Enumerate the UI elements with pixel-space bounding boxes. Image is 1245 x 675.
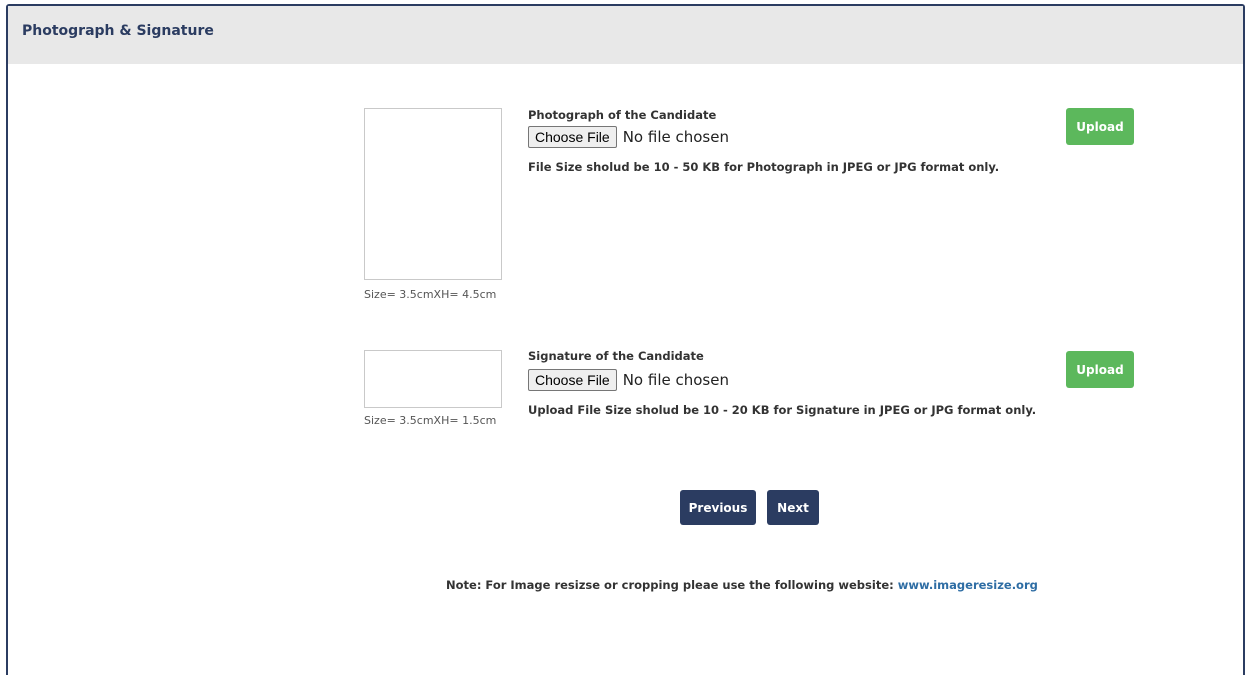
signature-size-hint: Upload File Size sholud be 10 - 20 KB fo… — [528, 403, 1037, 417]
photo-signature-panel: Photograph & Signature — [6, 4, 1245, 675]
signature-choose-file-button[interactable]: Choose File — [528, 369, 617, 391]
image-resize-note: Note: For Image resizse or cropping plea… — [446, 578, 1038, 592]
signature-file-status: No file chosen — [622, 371, 729, 389]
photo-choose-file-button[interactable]: Choose File — [528, 126, 617, 148]
signature-preview — [364, 350, 502, 408]
photo-file-input[interactable]: Choose File No file chosen — [528, 126, 729, 148]
previous-button[interactable]: Previous — [680, 490, 756, 525]
photo-preview — [364, 108, 502, 280]
signature-size-caption: Size= 3.5cmXH= 1.5cm — [364, 414, 497, 427]
signature-label: Signature of the Candidate — [528, 349, 704, 363]
next-button[interactable]: Next — [767, 490, 819, 525]
note-text: Note: For Image resizse or cropping plea… — [446, 578, 898, 592]
photo-label: Photograph of the Candidate — [528, 108, 717, 122]
photo-size-caption: Size= 3.5cmXH= 4.5cm — [364, 288, 497, 301]
photo-size-hint: File Size sholud be 10 - 50 KB for Photo… — [528, 160, 1000, 174]
panel-header: Photograph & Signature — [8, 6, 1243, 64]
photo-file-status: No file chosen — [622, 128, 729, 146]
photo-upload-button[interactable]: Upload — [1066, 108, 1134, 145]
signature-file-input[interactable]: Choose File No file chosen — [528, 369, 729, 391]
panel-title: Photograph & Signature — [22, 23, 214, 39]
imageresize-link[interactable]: www.imageresize.org — [898, 578, 1038, 592]
signature-upload-button[interactable]: Upload — [1066, 351, 1134, 388]
